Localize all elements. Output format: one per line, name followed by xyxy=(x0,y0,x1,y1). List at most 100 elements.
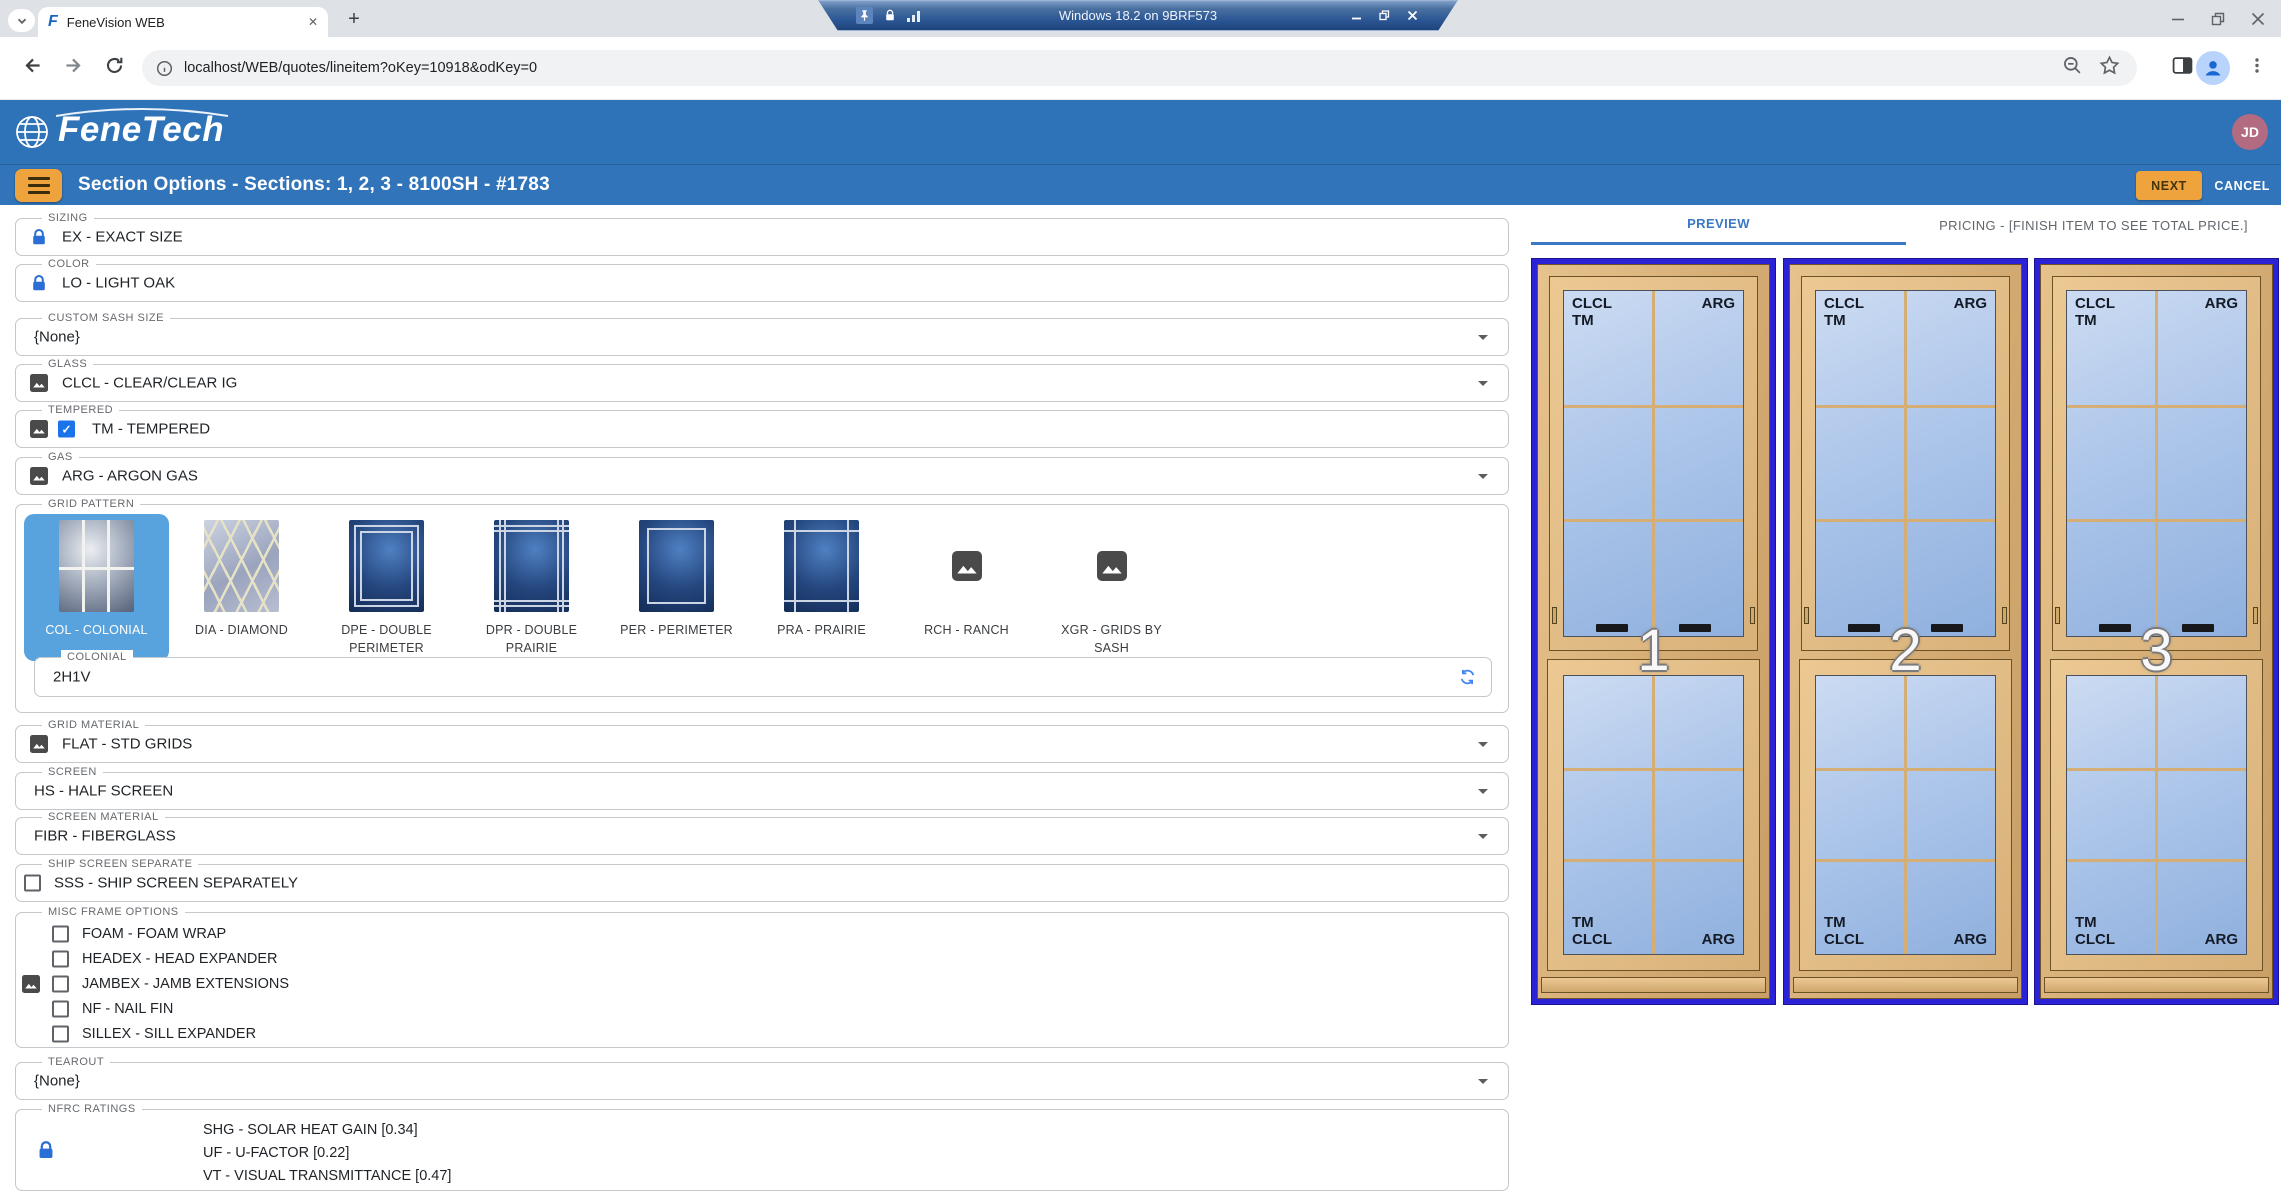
field-custom-sash-size[interactable]: CUSTOM SASH SIZE {None} xyxy=(15,318,1509,356)
field-tempered[interactable]: TEMPERED ✓ TM - TEMPERED xyxy=(15,410,1509,448)
image-icon[interactable] xyxy=(30,735,48,753)
field-tearout[interactable]: TEAROUT {None} xyxy=(15,1062,1509,1100)
window-frame: CLCLTM ARG TMCLCL ARG xyxy=(2040,264,2273,999)
url-text[interactable]: localhost/WEB/quotes/lineitem?oKey=10918… xyxy=(184,60,537,76)
field-ship-screen-separate[interactable]: SHIP SCREEN SEPARATE SSS - SHIP SCREEN S… xyxy=(15,864,1509,902)
perimeter-thumbnail xyxy=(639,520,714,612)
field-value: EX - EXACT SIZE xyxy=(62,229,183,246)
sillex-checkbox[interactable] xyxy=(52,1025,69,1042)
cancel-button[interactable]: CANCEL xyxy=(2214,171,2270,200)
tab-pricing[interactable]: PRICING - [FINISH ITEM TO SEE TOTAL PRIC… xyxy=(1906,205,2281,245)
field-screen-material[interactable]: SCREEN MATERIAL FIBR - FIBERGLASS xyxy=(15,817,1509,855)
preview-window-1[interactable]: CLCLTM ARG TMCLCL ARG xyxy=(1531,258,1776,1005)
top-sash: CLCLTM ARG xyxy=(1549,276,1758,651)
field-glass[interactable]: GLASS CLCL - CLEAR/CLEAR IG xyxy=(15,364,1509,402)
next-button[interactable]: NEXT xyxy=(2136,171,2202,200)
rdp-restore-icon[interactable] xyxy=(1379,10,1390,21)
image-icon[interactable] xyxy=(30,467,48,485)
image-icon[interactable] xyxy=(22,975,40,993)
image-placeholder-icon xyxy=(1074,520,1149,612)
jambex-checkbox[interactable] xyxy=(52,975,69,992)
window-close-icon[interactable] xyxy=(2251,12,2265,26)
grid-option-grids-by-sash[interactable]: XGR - GRIDS BY SASH xyxy=(1039,514,1184,661)
field-grid-pattern: GRID PATTERN COL - COLONIAL DIA - DIAMON… xyxy=(15,504,1509,713)
browser-profile-avatar[interactable] xyxy=(2196,51,2230,85)
field-gas[interactable]: GAS ARG - ARGON GAS xyxy=(15,457,1509,495)
zoom-out-icon[interactable] xyxy=(2062,55,2083,81)
new-tab-button[interactable]: + xyxy=(340,5,368,33)
foam-checkbox[interactable] xyxy=(52,925,69,942)
field-value: FIBR - FIBERGLASS xyxy=(34,828,176,845)
bookmark-star-icon[interactable] xyxy=(2099,55,2120,81)
dropdown-caret-icon xyxy=(1478,1079,1488,1084)
window-sill xyxy=(2044,977,2269,993)
field-misc-frame-options: MISC FRAME OPTIONS FOAM - FOAM WRAP HEAD… xyxy=(15,912,1509,1048)
field-value: {None} xyxy=(34,1073,80,1090)
tab-close-icon[interactable]: ✕ xyxy=(308,15,318,29)
grid-option-colonial[interactable]: COL - COLONIAL xyxy=(24,514,169,661)
dropdown-caret-icon xyxy=(1478,742,1488,747)
grid-bar-horizontal xyxy=(1564,405,1743,408)
rdp-close-icon[interactable] xyxy=(1407,10,1418,21)
menu-hamburger-button[interactable] xyxy=(15,169,62,202)
misc-option-row[interactable]: FOAM - FOAM WRAP xyxy=(16,921,1508,946)
rdp-connection-bar: Windows 18.2 on 9BRF573 xyxy=(818,0,1458,31)
headex-checkbox[interactable] xyxy=(52,950,69,967)
misc-option-row[interactable]: NF - NAIL FIN xyxy=(16,996,1508,1021)
window-frame: CLCLTM ARG TMCLCL ARG xyxy=(1789,264,2022,999)
field-label: COLONIAL xyxy=(61,650,133,665)
field-label: SCREEN MATERIAL xyxy=(42,810,165,825)
field-grid-material[interactable]: GRID MATERIAL FLAT - STD GRIDS xyxy=(15,725,1509,763)
image-icon[interactable] xyxy=(30,420,48,438)
grid-option-ranch[interactable]: RCH - RANCH xyxy=(894,514,1039,661)
tab-search-button[interactable] xyxy=(8,9,35,32)
tempered-checkbox[interactable]: ✓ xyxy=(58,421,75,438)
misc-option-row[interactable]: JAMBEX - JAMB EXTENSIONS xyxy=(16,971,1508,996)
window-minimize-icon[interactable] xyxy=(2171,12,2185,26)
preview-window-2[interactable]: CLCLTM ARG TMCLCL ARG xyxy=(1783,258,2028,1005)
grid-option-diamond[interactable]: DIA - DIAMOND xyxy=(169,514,314,661)
grid-option-double-prairie[interactable]: DPR - DOUBLE PRAIRIE xyxy=(459,514,604,661)
back-icon[interactable] xyxy=(22,55,44,82)
top-glass: CLCLTM ARG xyxy=(1563,290,1744,637)
grid-bar-vertical xyxy=(2155,676,2158,954)
field-screen[interactable]: SCREEN HS - HALF SCREEN xyxy=(15,772,1509,810)
misc-option-row[interactable]: SILLEX - SILL EXPANDER xyxy=(16,1021,1508,1046)
grid-bar-vertical xyxy=(1652,291,1655,636)
section-bar: Section Options - Sections: 1, 2, 3 - 81… xyxy=(0,164,2281,205)
prairie-thumbnail xyxy=(784,520,859,612)
field-label: GRID MATERIAL xyxy=(42,718,145,733)
reload-icon[interactable] xyxy=(104,55,125,81)
rdp-minimize-icon[interactable] xyxy=(1351,10,1362,21)
tab-preview[interactable]: PREVIEW xyxy=(1531,205,1906,245)
browser-menu-dots-icon[interactable] xyxy=(2248,57,2266,80)
refresh-icon[interactable] xyxy=(1458,668,1477,687)
field-colonial[interactable]: COLONIAL 2H1V xyxy=(34,657,1492,697)
section-number: 3 xyxy=(2041,617,2272,684)
glass-label-top-right: ARG xyxy=(1954,296,1987,313)
side-panel-icon[interactable] xyxy=(2172,55,2193,81)
field-label: CUSTOM SASH SIZE xyxy=(42,311,170,326)
field-value[interactable]: 2H1V xyxy=(53,669,91,686)
info-icon[interactable] xyxy=(156,60,173,77)
misc-option-label: SILLEX - SILL EXPANDER xyxy=(82,1026,256,1042)
window-restore-icon[interactable] xyxy=(2211,12,2225,26)
grid-option-double-perimeter[interactable]: DPE - DOUBLE PERIMETER xyxy=(314,514,459,661)
preview-window-3[interactable]: CLCLTM ARG TMCLCL ARG xyxy=(2034,258,2279,1005)
misc-option-row[interactable]: HEADEX - HEAD EXPANDER xyxy=(16,946,1508,971)
top-glass: CLCLTM ARG xyxy=(2066,290,2247,637)
user-avatar[interactable]: JD xyxy=(2232,114,2268,150)
grid-option-prairie[interactable]: PRA - PRAIRIE xyxy=(749,514,894,661)
image-icon[interactable] xyxy=(30,374,48,392)
ship-screen-checkbox[interactable] xyxy=(24,875,41,892)
forward-icon[interactable] xyxy=(62,55,84,82)
glass-label-top-left: CLCLTM xyxy=(1572,296,1612,330)
bottom-glass: TMCLCL ARG xyxy=(1815,675,1996,955)
pin-icon[interactable] xyxy=(856,7,873,24)
browser-tab[interactable]: F FeneVision WEB ✕ xyxy=(38,7,328,37)
grid-option-perimeter[interactable]: PER - PERIMETER xyxy=(604,514,749,661)
nf-checkbox[interactable] xyxy=(52,1000,69,1017)
url-bar[interactable]: localhost/WEB/quotes/lineitem?oKey=10918… xyxy=(142,50,2137,86)
window-sill xyxy=(1793,977,2018,993)
grid-option-label: DPR - DOUBLE PRAIRIE xyxy=(466,621,598,657)
